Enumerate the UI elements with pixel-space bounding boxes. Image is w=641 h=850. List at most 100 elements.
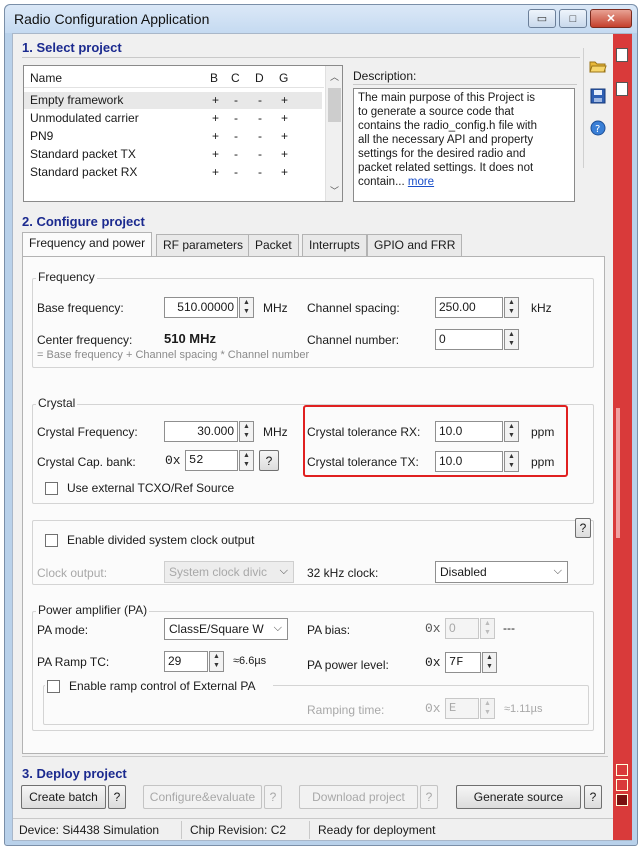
channel-spacing-stepper[interactable]: ▲ ▼ xyxy=(504,297,519,318)
ramping-time-note: ≈1.11µs xyxy=(504,703,543,715)
sidebar-scroll-thumb[interactable] xyxy=(616,408,620,538)
scroll-thumb[interactable] xyxy=(328,88,341,122)
base-frequency-input[interactable]: 510.00000 xyxy=(164,297,238,318)
scroll-down-icon[interactable]: ﹀ xyxy=(330,184,339,197)
select-project-heading: 1. Select project xyxy=(22,40,122,55)
pa-power-level-label: PA power level: xyxy=(307,658,389,672)
layout-icon[interactable] xyxy=(616,779,628,791)
pa-mode-select[interactable]: ClassE/Square W ⌵ xyxy=(164,618,288,640)
minimize-button[interactable]: ▭ xyxy=(528,9,556,28)
tab-gpio-and-frr[interactable]: GPIO and FRR xyxy=(367,234,463,256)
generate-source-button[interactable]: Generate source xyxy=(456,785,581,809)
frequency-power-panel: Frequency Base frequency: 510.00000 ▲ ▼ M… xyxy=(22,256,605,754)
pa-bias-stepper[interactable]: ▲ ▼ xyxy=(480,618,495,639)
channel-spacing-label: Channel spacing: xyxy=(307,301,400,315)
tcxo-checkbox[interactable] xyxy=(45,482,58,495)
tab-rf-parameters[interactable]: RF parameters xyxy=(156,234,251,256)
more-link[interactable]: more xyxy=(408,176,434,188)
project-list[interactable]: Name B C D G Empty framework + - - + Unm… xyxy=(23,65,343,202)
pa-bias-input[interactable]: 0 xyxy=(445,618,479,639)
pa-power-level-input[interactable]: 7F xyxy=(445,652,481,673)
list-item[interactable]: PN9 + - - + xyxy=(24,128,322,145)
status-state: Ready for deployment xyxy=(318,823,436,837)
create-batch-button[interactable]: Create batch xyxy=(21,785,106,809)
external-pa-label: Enable ramp control of External PA xyxy=(69,679,256,693)
toolbar-divider xyxy=(583,48,584,168)
maximize-button[interactable]: □ xyxy=(559,9,587,28)
download-project-button[interactable]: Download project xyxy=(299,785,418,809)
center-frequency-value: 510 MHz xyxy=(164,331,217,346)
close-icon: ✕ xyxy=(606,13,616,25)
help-globe-icon[interactable]: ? xyxy=(589,120,607,138)
panel-toggle-icon[interactable] xyxy=(616,48,628,62)
chevron-down-icon: ⌵ xyxy=(273,622,282,634)
configure-evaluate-help-button[interactable]: ? xyxy=(264,785,282,809)
list-item[interactable]: Standard packet TX + - - + xyxy=(24,146,322,163)
crystal-frequency-input[interactable]: 30.000 xyxy=(164,421,238,442)
create-batch-help-button[interactable]: ? xyxy=(108,785,126,809)
pa-group-label: Power amplifier (PA) xyxy=(36,603,150,617)
crystal-frequency-unit: MHz xyxy=(263,425,288,439)
cap-bank-stepper[interactable]: ▲ ▼ xyxy=(239,450,254,471)
cap-bank-help-button[interactable]: ? xyxy=(259,450,279,471)
divided-clock-checkbox[interactable] xyxy=(45,534,58,547)
highlight-annotation xyxy=(303,405,568,477)
external-pa-checkbox[interactable] xyxy=(47,680,60,693)
center-frequency-label: Center frequency: xyxy=(37,333,133,347)
status-bar: Device: Si4438 Simulation Chip Revision:… xyxy=(13,818,613,840)
list-item[interactable]: Unmodulated carrier + - - + xyxy=(24,110,322,127)
pa-ramp-tc-note: ≈6.6µs xyxy=(233,655,267,667)
crystal-frequency-stepper[interactable]: ▲ ▼ xyxy=(239,421,254,442)
folder-open-icon[interactable] xyxy=(589,58,607,76)
base-frequency-label: Base frequency: xyxy=(37,301,124,315)
layout-icon[interactable] xyxy=(616,764,628,776)
cap-bank-prefix: 0x xyxy=(165,453,181,468)
description-box: The main purpose of this Project is to g… xyxy=(353,88,575,202)
column-b-header[interactable]: B xyxy=(210,71,218,85)
tab-interrupts[interactable]: Interrupts xyxy=(302,234,367,256)
channel-number-input[interactable]: 0 xyxy=(435,329,503,350)
ramping-time-input[interactable]: E xyxy=(445,698,479,719)
list-scrollbar[interactable]: ︿ ﹀ xyxy=(325,66,342,201)
generate-source-help-button[interactable]: ? xyxy=(584,785,602,809)
panel-toggle-icon[interactable] xyxy=(616,82,628,96)
column-d-header[interactable]: D xyxy=(255,71,264,85)
column-g-header[interactable]: G xyxy=(279,71,288,85)
layout-icon[interactable] xyxy=(616,794,628,806)
cap-bank-input[interactable]: 52 xyxy=(185,450,238,471)
column-name-header[interactable]: Name xyxy=(30,71,62,85)
frequency-group-label: Frequency xyxy=(36,270,97,284)
status-separator xyxy=(181,821,182,839)
download-project-help-button[interactable]: ? xyxy=(420,785,438,809)
column-c-header[interactable]: C xyxy=(231,71,240,85)
tab-packet[interactable]: Packet xyxy=(248,234,299,256)
pa-ramp-tc-stepper[interactable]: ▲ ▼ xyxy=(209,651,224,672)
list-item[interactable]: Standard packet RX + - - + xyxy=(24,164,322,181)
clock-output-select[interactable]: System clock divic ⌵ xyxy=(164,561,294,583)
configure-evaluate-button[interactable]: Configure&evaluate xyxy=(143,785,262,809)
pa-ramp-tc-input[interactable]: 29 xyxy=(164,651,208,672)
clock-output-label: Clock output: xyxy=(37,566,108,580)
list-item[interactable]: Empty framework + - - + xyxy=(24,92,322,109)
save-disk-icon[interactable] xyxy=(589,88,607,106)
channel-number-stepper[interactable]: ▲ ▼ xyxy=(504,329,519,350)
title-bar: Radio Configuration Application ▭ □ ✕ xyxy=(5,5,637,33)
tab-strip: Frequency and power RF parameters Packet… xyxy=(22,232,607,258)
channel-spacing-input[interactable]: 250.00 xyxy=(435,297,503,318)
tab-frequency-and-power[interactable]: Frequency and power xyxy=(22,232,153,256)
pa-bias-prefix: 0x xyxy=(425,621,441,636)
status-device: Device: Si4438 Simulation xyxy=(19,823,160,837)
pa-power-level-stepper[interactable]: ▲ ▼ xyxy=(482,652,497,673)
ramping-time-prefix: 0x xyxy=(425,701,441,716)
maximize-icon: □ xyxy=(569,12,577,25)
close-button[interactable]: ✕ xyxy=(590,9,632,28)
pa-bias-label: PA bias: xyxy=(307,623,351,637)
ramping-time-stepper[interactable]: ▲ ▼ xyxy=(480,698,495,719)
channel-spacing-unit: kHz xyxy=(531,301,552,315)
divider xyxy=(22,57,580,58)
clock-help-button[interactable]: ? xyxy=(575,518,591,538)
scroll-up-icon[interactable]: ︿ xyxy=(330,70,339,83)
khz-clock-select[interactable]: Disabled ⌵ xyxy=(435,561,568,583)
base-frequency-stepper[interactable]: ▲ ▼ xyxy=(239,297,254,318)
window-title: Radio Configuration Application xyxy=(14,11,210,27)
